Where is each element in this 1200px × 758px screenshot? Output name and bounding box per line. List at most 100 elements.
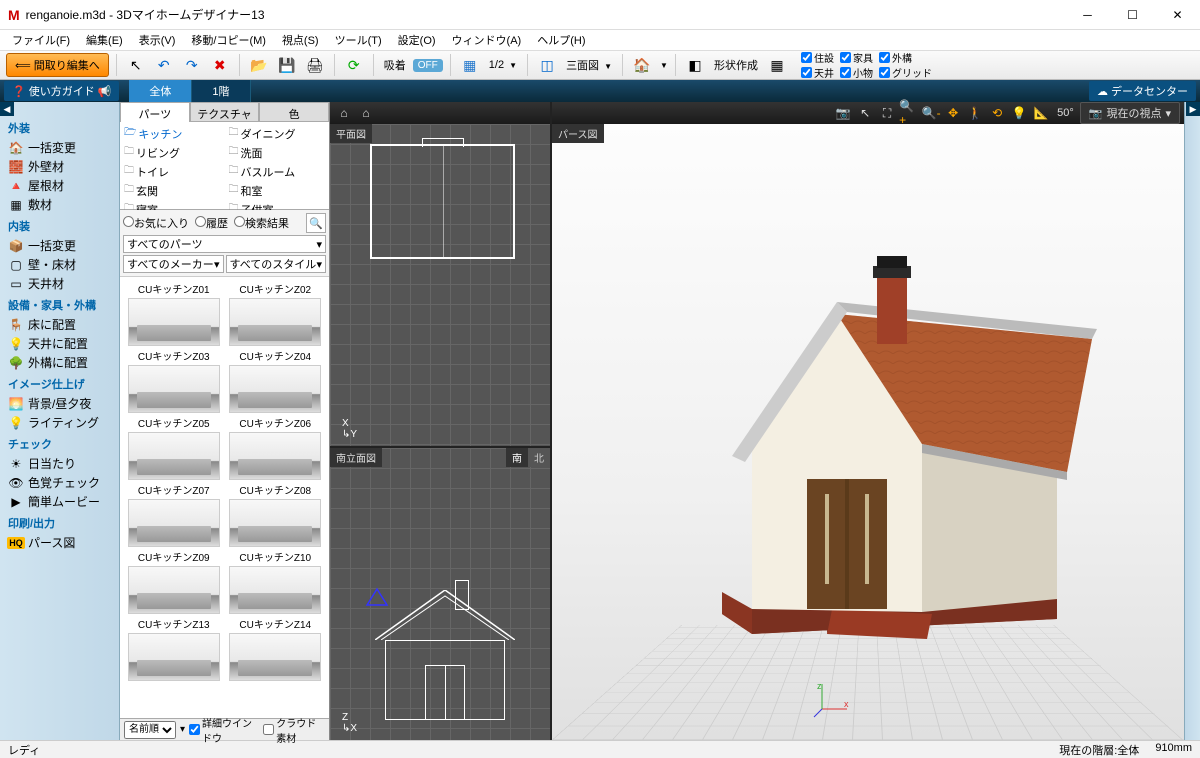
grid-ratio[interactable]: 1/2 ▼ xyxy=(486,59,520,71)
home-icon[interactable]: 🏠 xyxy=(630,53,654,77)
sidebar-item-color-check[interactable]: 👁色覚チェック xyxy=(0,473,119,492)
cat-living[interactable]: 🗀リビング xyxy=(122,143,223,162)
tool-icon[interactable]: ⌂ xyxy=(356,104,376,122)
fullscreen-icon[interactable]: ⛶ xyxy=(877,104,897,122)
light-icon[interactable]: 💡 xyxy=(1009,104,1029,122)
refresh-icon[interactable]: ⟳ xyxy=(342,53,366,77)
sidebar-item-movie[interactable]: ▶簡単ムービー xyxy=(0,492,119,511)
part-item[interactable]: CUキッチンZ14 xyxy=(226,616,326,681)
part-item[interactable]: CUキッチンZ02 xyxy=(226,281,326,346)
toggle-tenjo[interactable]: 天井 xyxy=(801,65,834,80)
orbit-icon[interactable]: ⟲ xyxy=(987,104,1007,122)
cat-toilet[interactable]: 🗀トイレ xyxy=(122,162,223,181)
floor-tab-1f[interactable]: 1階 xyxy=(192,80,250,102)
pan-icon[interactable]: ✥ xyxy=(943,104,963,122)
filter-style[interactable]: すべてのスタイル▾ xyxy=(226,255,327,273)
create-shape-button[interactable]: 形状作成 xyxy=(711,57,761,73)
minimize-button[interactable]: ─ xyxy=(1065,0,1110,30)
view-mode-dropdown[interactable]: 三面図 ▼ xyxy=(563,57,615,73)
zoom-in-icon[interactable]: 🔍+ xyxy=(899,104,919,122)
cat-wash[interactable]: 🗀洗面 xyxy=(227,143,328,162)
menu-view[interactable]: 表示(V) xyxy=(133,30,182,50)
part-item[interactable]: CUキッチンZ08 xyxy=(226,482,326,547)
cat-entrance[interactable]: 🗀玄関 xyxy=(122,181,223,200)
part-item[interactable]: CUキッチンZ05 xyxy=(124,415,224,480)
part-item[interactable]: CUキッチンZ03 xyxy=(124,348,224,413)
zoom-out-icon[interactable]: 🔍- xyxy=(921,104,941,122)
redo-icon[interactable]: ↷ xyxy=(180,53,204,77)
radio-results[interactable]: 検索結果 xyxy=(234,215,289,231)
tab-color[interactable]: 色 xyxy=(259,102,329,122)
part-item[interactable]: CUキッチンZ07 xyxy=(124,482,224,547)
cat-bathroom[interactable]: 🗀バスルーム xyxy=(227,162,328,181)
view-mode-icon[interactable]: ◫ xyxy=(535,53,559,77)
part-item[interactable]: CUキッチンZ04 xyxy=(226,348,326,413)
part-item[interactable]: CUキッチンZ06 xyxy=(226,415,326,480)
menu-file[interactable]: ファイル(F) xyxy=(6,30,76,50)
maximize-button[interactable]: ☐ xyxy=(1110,0,1155,30)
tool-icon[interactable]: ⌂ xyxy=(334,104,354,122)
pointer-icon[interactable]: ↖ xyxy=(855,104,875,122)
detail-window-checkbox[interactable]: 詳細ウインドウ xyxy=(189,715,259,745)
camera-icon[interactable]: 📷 xyxy=(833,104,853,122)
elevation-view-pane[interactable]: 南立面図 南 北 Z↳X xyxy=(330,446,550,740)
tab-texture[interactable]: テクスチャ xyxy=(190,102,260,122)
menu-help[interactable]: ヘルプ(H) xyxy=(531,30,591,50)
part-item[interactable]: CUキッチンZ01 xyxy=(124,281,224,346)
cloud-checkbox[interactable]: クラウド素材 xyxy=(263,715,325,745)
sidebar-item-ceiling-place[interactable]: 💡天井に配置 xyxy=(0,334,119,353)
sidebar-item-wall-material[interactable]: 🧱外壁材 xyxy=(0,157,119,176)
sidebar-item-background[interactable]: 🌅背景/昼夕夜 xyxy=(0,394,119,413)
right-panel-collapsed[interactable]: ▶ xyxy=(1184,102,1200,740)
sidebar-item-ground-material[interactable]: ▦敷材 xyxy=(0,195,119,214)
plan-view-pane[interactable]: 平面図 X↳Y xyxy=(330,124,550,446)
close-button[interactable]: ✕ xyxy=(1155,0,1200,30)
perspective-view-pane[interactable]: パース図 xyxy=(552,124,1184,740)
save-viewpoint-button[interactable]: 📷 現在の視点 ▾ xyxy=(1080,102,1180,124)
menu-tools[interactable]: ツール(T) xyxy=(329,30,388,50)
sidebar-item-wall-floor[interactable]: ▢壁・床材 xyxy=(0,255,119,274)
toggle-komono[interactable]: 小物 xyxy=(840,65,873,80)
radio-history[interactable]: 履歴 xyxy=(195,215,228,231)
open-icon[interactable]: 📂 xyxy=(247,53,271,77)
right-panel-expand-icon[interactable]: ▶ xyxy=(1186,102,1200,116)
sidebar-item-sunlight[interactable]: ☀日当たり xyxy=(0,454,119,473)
radio-favorite[interactable]: お気に入り xyxy=(123,215,189,231)
menu-edit[interactable]: 編集(E) xyxy=(80,30,129,50)
cat-dining[interactable]: 🗀ダイニング xyxy=(227,124,328,143)
sidebar-item-ceiling[interactable]: ▭天井材 xyxy=(0,274,119,293)
toggle-jusetu[interactable]: 住設 xyxy=(801,50,834,65)
tab-parts[interactable]: パーツ xyxy=(120,102,190,122)
grid-icon[interactable]: ▦ xyxy=(458,53,482,77)
extra-icon[interactable]: ▦ xyxy=(765,53,789,77)
menu-settings[interactable]: 設定(O) xyxy=(392,30,442,50)
angle-icon[interactable]: 📐 xyxy=(1031,104,1051,122)
shape-icon[interactable]: ◧ xyxy=(683,53,707,77)
toggle-kagu[interactable]: 家具 xyxy=(840,50,873,65)
toggle-grid[interactable]: グリッド xyxy=(879,65,932,80)
floor-tab-all[interactable]: 全体 xyxy=(129,80,192,102)
compass-toggle[interactable]: 南 北 xyxy=(506,448,550,467)
undo-icon[interactable]: ↶ xyxy=(152,53,176,77)
sidebar-item-floor-place[interactable]: 🪑床に配置 xyxy=(0,315,119,334)
cat-kitchen[interactable]: 🗁キッチン xyxy=(122,124,223,143)
part-item[interactable]: CUキッチンZ10 xyxy=(226,549,326,614)
save-icon[interactable]: 💾 xyxy=(275,53,299,77)
usage-guide-button[interactable]: ❓ 使い方ガイド 📢 xyxy=(4,81,119,101)
sidebar-collapse-icon[interactable]: ◀ xyxy=(0,102,14,116)
filter-all-parts[interactable]: すべてのパーツ▾ xyxy=(123,235,326,253)
sidebar-item-lighting[interactable]: 💡ライティング xyxy=(0,413,119,432)
toggle-gaikou[interactable]: 外構 xyxy=(879,50,932,65)
print-icon[interactable]: 🖨 xyxy=(303,53,327,77)
sidebar-item-roof-material[interactable]: 🔺屋根材 xyxy=(0,176,119,195)
sidebar-item-batch-exterior[interactable]: 🏠一括変更 xyxy=(0,138,119,157)
menu-move[interactable]: 移動/コピー(M) xyxy=(185,30,272,50)
sort-select[interactable]: 名前順 xyxy=(124,721,176,739)
search-icon[interactable]: 🔍 xyxy=(306,213,326,233)
menu-window[interactable]: ウィンドウ(A) xyxy=(446,30,528,50)
back-to-floorplan-button[interactable]: ⟸ 間取り編集へ xyxy=(6,53,109,77)
sidebar-item-exterior-place[interactable]: 🌳外構に配置 xyxy=(0,353,119,372)
menu-viewpoint[interactable]: 視点(S) xyxy=(276,30,325,50)
delete-icon[interactable]: ✖ xyxy=(208,53,232,77)
snap-toggle[interactable]: OFF xyxy=(413,59,443,72)
